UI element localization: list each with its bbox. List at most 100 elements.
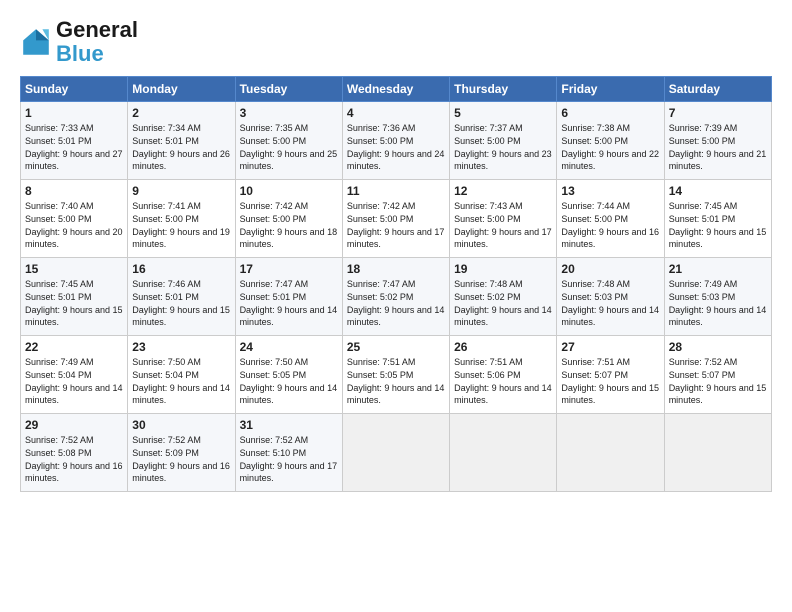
day-number: 12 bbox=[454, 184, 552, 198]
day-number: 7 bbox=[669, 106, 767, 120]
calendar-cell: 14 Sunrise: 7:45 AMSunset: 5:01 PMDaylig… bbox=[664, 180, 771, 258]
col-header-tuesday: Tuesday bbox=[235, 77, 342, 102]
calendar-cell: 2 Sunrise: 7:34 AMSunset: 5:01 PMDayligh… bbox=[128, 102, 235, 180]
cell-info: Sunrise: 7:52 AMSunset: 5:08 PMDaylight:… bbox=[25, 435, 123, 483]
day-number: 27 bbox=[561, 340, 659, 354]
day-number: 17 bbox=[240, 262, 338, 276]
calendar-cell: 19 Sunrise: 7:48 AMSunset: 5:02 PMDaylig… bbox=[450, 258, 557, 336]
cell-info: Sunrise: 7:44 AMSunset: 5:00 PMDaylight:… bbox=[561, 201, 659, 249]
day-number: 11 bbox=[347, 184, 445, 198]
calendar-cell bbox=[342, 414, 449, 492]
calendar-week-1: 1 Sunrise: 7:33 AMSunset: 5:01 PMDayligh… bbox=[21, 102, 772, 180]
cell-info: Sunrise: 7:52 AMSunset: 5:10 PMDaylight:… bbox=[240, 435, 338, 483]
calendar-cell: 4 Sunrise: 7:36 AMSunset: 5:00 PMDayligh… bbox=[342, 102, 449, 180]
calendar-cell: 8 Sunrise: 7:40 AMSunset: 5:00 PMDayligh… bbox=[21, 180, 128, 258]
day-number: 10 bbox=[240, 184, 338, 198]
day-number: 30 bbox=[132, 418, 230, 432]
cell-info: Sunrise: 7:42 AMSunset: 5:00 PMDaylight:… bbox=[347, 201, 445, 249]
logo-icon bbox=[20, 26, 52, 58]
calendar-cell: 12 Sunrise: 7:43 AMSunset: 5:00 PMDaylig… bbox=[450, 180, 557, 258]
calendar-cell: 7 Sunrise: 7:39 AMSunset: 5:00 PMDayligh… bbox=[664, 102, 771, 180]
day-number: 15 bbox=[25, 262, 123, 276]
day-number: 5 bbox=[454, 106, 552, 120]
calendar-week-5: 29 Sunrise: 7:52 AMSunset: 5:08 PMDaylig… bbox=[21, 414, 772, 492]
calendar-cell: 31 Sunrise: 7:52 AMSunset: 5:10 PMDaylig… bbox=[235, 414, 342, 492]
calendar-week-3: 15 Sunrise: 7:45 AMSunset: 5:01 PMDaylig… bbox=[21, 258, 772, 336]
day-number: 24 bbox=[240, 340, 338, 354]
calendar-cell: 15 Sunrise: 7:45 AMSunset: 5:01 PMDaylig… bbox=[21, 258, 128, 336]
col-header-thursday: Thursday bbox=[450, 77, 557, 102]
cell-info: Sunrise: 7:37 AMSunset: 5:00 PMDaylight:… bbox=[454, 123, 552, 171]
day-number: 22 bbox=[25, 340, 123, 354]
day-number: 25 bbox=[347, 340, 445, 354]
calendar-cell: 26 Sunrise: 7:51 AMSunset: 5:06 PMDaylig… bbox=[450, 336, 557, 414]
cell-info: Sunrise: 7:49 AMSunset: 5:04 PMDaylight:… bbox=[25, 357, 123, 405]
logo-blue: Blue bbox=[56, 41, 104, 66]
cell-info: Sunrise: 7:47 AMSunset: 5:01 PMDaylight:… bbox=[240, 279, 338, 327]
cell-info: Sunrise: 7:35 AMSunset: 5:00 PMDaylight:… bbox=[240, 123, 338, 171]
col-header-wednesday: Wednesday bbox=[342, 77, 449, 102]
calendar-week-2: 8 Sunrise: 7:40 AMSunset: 5:00 PMDayligh… bbox=[21, 180, 772, 258]
col-header-sunday: Sunday bbox=[21, 77, 128, 102]
day-number: 26 bbox=[454, 340, 552, 354]
cell-info: Sunrise: 7:45 AMSunset: 5:01 PMDaylight:… bbox=[25, 279, 123, 327]
cell-info: Sunrise: 7:33 AMSunset: 5:01 PMDaylight:… bbox=[25, 123, 123, 171]
page: General Blue SundayMondayTuesdayWednesda… bbox=[0, 0, 792, 502]
calendar-cell: 27 Sunrise: 7:51 AMSunset: 5:07 PMDaylig… bbox=[557, 336, 664, 414]
day-number: 2 bbox=[132, 106, 230, 120]
header-row: SundayMondayTuesdayWednesdayThursdayFrid… bbox=[21, 77, 772, 102]
cell-info: Sunrise: 7:48 AMSunset: 5:03 PMDaylight:… bbox=[561, 279, 659, 327]
cell-info: Sunrise: 7:52 AMSunset: 5:09 PMDaylight:… bbox=[132, 435, 230, 483]
day-number: 31 bbox=[240, 418, 338, 432]
calendar-cell: 29 Sunrise: 7:52 AMSunset: 5:08 PMDaylig… bbox=[21, 414, 128, 492]
cell-info: Sunrise: 7:38 AMSunset: 5:00 PMDaylight:… bbox=[561, 123, 659, 171]
cell-info: Sunrise: 7:46 AMSunset: 5:01 PMDaylight:… bbox=[132, 279, 230, 327]
calendar-cell: 10 Sunrise: 7:42 AMSunset: 5:00 PMDaylig… bbox=[235, 180, 342, 258]
cell-info: Sunrise: 7:40 AMSunset: 5:00 PMDaylight:… bbox=[25, 201, 123, 249]
cell-info: Sunrise: 7:47 AMSunset: 5:02 PMDaylight:… bbox=[347, 279, 445, 327]
calendar-cell: 9 Sunrise: 7:41 AMSunset: 5:00 PMDayligh… bbox=[128, 180, 235, 258]
col-header-monday: Monday bbox=[128, 77, 235, 102]
calendar-cell: 25 Sunrise: 7:51 AMSunset: 5:05 PMDaylig… bbox=[342, 336, 449, 414]
calendar-cell: 11 Sunrise: 7:42 AMSunset: 5:00 PMDaylig… bbox=[342, 180, 449, 258]
day-number: 13 bbox=[561, 184, 659, 198]
cell-info: Sunrise: 7:41 AMSunset: 5:00 PMDaylight:… bbox=[132, 201, 230, 249]
day-number: 20 bbox=[561, 262, 659, 276]
day-number: 28 bbox=[669, 340, 767, 354]
calendar-cell: 30 Sunrise: 7:52 AMSunset: 5:09 PMDaylig… bbox=[128, 414, 235, 492]
day-number: 6 bbox=[561, 106, 659, 120]
day-number: 29 bbox=[25, 418, 123, 432]
logo-text: General Blue bbox=[56, 18, 138, 66]
calendar-cell: 6 Sunrise: 7:38 AMSunset: 5:00 PMDayligh… bbox=[557, 102, 664, 180]
day-number: 21 bbox=[669, 262, 767, 276]
cell-info: Sunrise: 7:51 AMSunset: 5:06 PMDaylight:… bbox=[454, 357, 552, 405]
cell-info: Sunrise: 7:51 AMSunset: 5:07 PMDaylight:… bbox=[561, 357, 659, 405]
calendar-cell: 24 Sunrise: 7:50 AMSunset: 5:05 PMDaylig… bbox=[235, 336, 342, 414]
calendar-cell: 13 Sunrise: 7:44 AMSunset: 5:00 PMDaylig… bbox=[557, 180, 664, 258]
cell-info: Sunrise: 7:51 AMSunset: 5:05 PMDaylight:… bbox=[347, 357, 445, 405]
cell-info: Sunrise: 7:45 AMSunset: 5:01 PMDaylight:… bbox=[669, 201, 767, 249]
col-header-friday: Friday bbox=[557, 77, 664, 102]
header: General Blue bbox=[20, 18, 772, 66]
cell-info: Sunrise: 7:43 AMSunset: 5:00 PMDaylight:… bbox=[454, 201, 552, 249]
calendar-cell bbox=[664, 414, 771, 492]
day-number: 23 bbox=[132, 340, 230, 354]
day-number: 3 bbox=[240, 106, 338, 120]
calendar-cell: 18 Sunrise: 7:47 AMSunset: 5:02 PMDaylig… bbox=[342, 258, 449, 336]
calendar-cell bbox=[557, 414, 664, 492]
cell-info: Sunrise: 7:52 AMSunset: 5:07 PMDaylight:… bbox=[669, 357, 767, 405]
cell-info: Sunrise: 7:50 AMSunset: 5:04 PMDaylight:… bbox=[132, 357, 230, 405]
calendar-week-4: 22 Sunrise: 7:49 AMSunset: 5:04 PMDaylig… bbox=[21, 336, 772, 414]
logo: General Blue bbox=[20, 18, 138, 66]
cell-info: Sunrise: 7:48 AMSunset: 5:02 PMDaylight:… bbox=[454, 279, 552, 327]
day-number: 1 bbox=[25, 106, 123, 120]
day-number: 16 bbox=[132, 262, 230, 276]
day-number: 9 bbox=[132, 184, 230, 198]
day-number: 18 bbox=[347, 262, 445, 276]
cell-info: Sunrise: 7:34 AMSunset: 5:01 PMDaylight:… bbox=[132, 123, 230, 171]
cell-info: Sunrise: 7:49 AMSunset: 5:03 PMDaylight:… bbox=[669, 279, 767, 327]
calendar-cell: 28 Sunrise: 7:52 AMSunset: 5:07 PMDaylig… bbox=[664, 336, 771, 414]
calendar-cell: 22 Sunrise: 7:49 AMSunset: 5:04 PMDaylig… bbox=[21, 336, 128, 414]
cell-info: Sunrise: 7:36 AMSunset: 5:00 PMDaylight:… bbox=[347, 123, 445, 171]
col-header-saturday: Saturday bbox=[664, 77, 771, 102]
